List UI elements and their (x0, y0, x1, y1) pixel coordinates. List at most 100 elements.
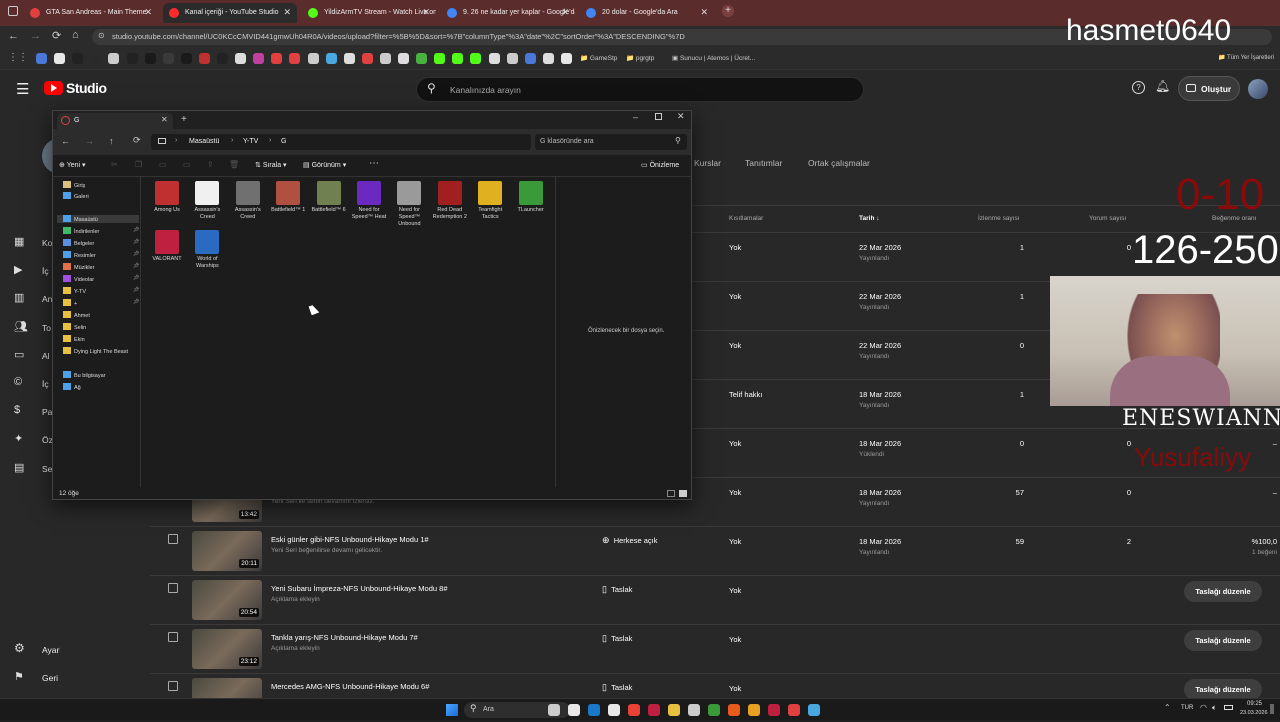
edit-draft-button[interactable]: Taslağı düzenle (1184, 630, 1262, 651)
minecraft-icon[interactable] (708, 704, 720, 716)
new-button[interactable]: ⊕ Yeni ▾ (59, 161, 86, 169)
nav-item[interactable]: Ağ (63, 383, 81, 391)
sidebar-item-label[interactable]: Al (42, 351, 50, 361)
new-tab-icon[interactable]: + (722, 5, 734, 17)
bookmark-favicon-icon[interactable] (524, 53, 536, 64)
forward-icon[interactable]: → (85, 136, 94, 146)
nav-item[interactable]: Belgeler (63, 239, 94, 247)
browser-tab[interactable]: YildizArmTV Stream - Watch Live on ✕ (302, 3, 436, 23)
nav-item[interactable]: Galeri (63, 192, 89, 200)
file-shortcut[interactable]: Need for Speed™ Heat (351, 181, 387, 221)
subtitles-icon[interactable]: ▭ (14, 348, 24, 361)
nav-item[interactable]: Selin (63, 323, 86, 331)
video-title[interactable]: Yeni Subaru İmpreza-NFS Unbound-Hikaye M… (271, 584, 447, 593)
preview-button[interactable]: ▭ Önizleme (641, 161, 679, 169)
browser-tab[interactable]: 20 dolar - Google'da Ara ✕ (580, 3, 714, 23)
share-icon[interactable]: ⇪ (207, 160, 214, 169)
breadcrumb-g[interactable]: G (281, 138, 286, 145)
bookmark-favicon-icon[interactable] (54, 53, 66, 64)
back-icon[interactable]: ← (8, 30, 19, 42)
close-tab-icon[interactable]: ✕ (144, 7, 152, 18)
bookmark-favicon-icon[interactable] (452, 53, 464, 64)
file-explorer-icon[interactable] (568, 704, 580, 716)
col-views[interactable]: İzlenme sayısı (978, 215, 1020, 222)
close-tab-icon[interactable]: ✕ (161, 115, 168, 124)
analytics-icon[interactable]: ▥ (14, 291, 24, 304)
tiles-view-icon[interactable] (679, 490, 687, 497)
cut-icon[interactable]: ✂ (111, 160, 118, 169)
all-bookmarks[interactable]: 📁 Tüm Yer İşaretleri (1218, 54, 1274, 61)
youtube-icon[interactable] (628, 704, 640, 716)
explorer-search-input[interactable]: G klasöründe ara ⚲ (535, 134, 687, 150)
row-checkbox[interactable] (168, 632, 178, 642)
customization-icon[interactable]: ✦ (14, 432, 23, 445)
nav-item[interactable]: + (63, 299, 77, 307)
explorer-tab[interactable]: G ✕ (57, 113, 173, 129)
bookmark-favicon-icon[interactable] (235, 53, 247, 64)
nav-item[interactable]: Giriş (63, 181, 85, 189)
sort-button[interactable]: ⇅ Sırala ▾ (255, 161, 287, 169)
nav-item[interactable]: Ekin (63, 335, 85, 343)
file-shortcut[interactable]: Teamfight Tactics (472, 181, 508, 221)
breadcrumb-ytv[interactable]: Y-TV (243, 138, 258, 145)
bookmark-favicon-icon[interactable] (361, 53, 373, 64)
sidebar-item-label[interactable]: Ko (42, 238, 52, 248)
bookmark-sunucu[interactable]: ▣ Sunucu | Atemos | Ücret... (672, 54, 755, 62)
browser-tab[interactable]: 9. 26 ne kadar yer kaplar - Google'da ✕ (441, 3, 575, 23)
bookmark-favicon-icon[interactable] (325, 53, 337, 64)
sidebar-item-label[interactable]: To (42, 323, 51, 333)
video-thumbnail[interactable]: 23:12 (192, 629, 262, 669)
sidebar-item-label[interactable]: İç (42, 379, 49, 389)
content-tab-collabs[interactable]: Ortak çalışmalar (808, 158, 870, 168)
file-shortcut[interactable]: VALORANT (149, 230, 185, 263)
apps-icon[interactable]: ⋮⋮ (8, 52, 28, 63)
help-icon[interactable]: ? (1132, 81, 1145, 94)
content-icon[interactable]: ▶ (14, 263, 22, 276)
table-row[interactable]: 20:54 Yeni Subaru İmpreza-NFS Unbound-Hik… (150, 575, 1280, 624)
bookmark-favicon-icon[interactable] (162, 53, 174, 64)
bookmark-favicon-icon[interactable] (72, 53, 84, 64)
maximize-icon[interactable] (655, 113, 662, 120)
row-checkbox[interactable] (168, 583, 178, 593)
bookmark-favicon-icon[interactable] (416, 53, 428, 64)
create-button[interactable]: Oluştur (1178, 76, 1240, 101)
close-tab-icon[interactable]: ✕ (561, 7, 569, 18)
new-tab-icon[interactable]: + (181, 114, 187, 125)
bookmark-favicon-icon[interactable] (271, 53, 283, 64)
audio-library-icon[interactable]: ▤ (14, 461, 24, 474)
bookmark-gamestp[interactable]: 📁 GameStp (580, 54, 617, 62)
browser-tab[interactable]: GTA San Andreas - Main Theme ✕ (24, 3, 158, 23)
nav-item[interactable]: Dying Light The Beast (63, 347, 128, 355)
notification-icon[interactable] (1270, 704, 1274, 714)
delete-icon[interactable]: 🗑︎ (229, 160, 239, 169)
bookmark-favicon-icon[interactable] (379, 53, 391, 64)
col-comments[interactable]: Yorum sayısı (1089, 215, 1126, 222)
menu-icon[interactable]: ☰ (16, 80, 29, 98)
clock-time[interactable]: 09:25 (1247, 701, 1262, 707)
col-restrictions[interactable]: Kısıtlamalar (729, 215, 763, 222)
file-shortcut[interactable]: Need for Speed™ Unbound (391, 181, 427, 228)
breadcrumb-masaustu[interactable]: Masaüstü (189, 138, 219, 145)
tab-menu-icon[interactable] (8, 6, 18, 16)
bookmark-favicon-icon[interactable] (144, 53, 156, 64)
earn-icon[interactable]: $ (14, 404, 20, 416)
bookmark-favicon-icon[interactable] (36, 53, 47, 64)
sidebar-item-label[interactable]: Pa (42, 407, 52, 417)
feedback-icon[interactable]: ⚑ (14, 670, 24, 683)
bookmark-favicon-icon[interactable] (180, 53, 192, 64)
paste-icon[interactable]: ▭ (159, 160, 167, 169)
valorant-icon[interactable] (648, 704, 660, 716)
video-thumbnail[interactable]: 20:54 (192, 580, 262, 620)
col-date[interactable]: Tarih ↓ (859, 215, 879, 222)
bookmark-favicon-icon[interactable] (398, 53, 409, 64)
language-indicator[interactable]: TUR (1181, 705, 1193, 711)
nav-item[interactable]: İndirilenler (63, 227, 99, 235)
bookmark-favicon-icon[interactable] (90, 53, 102, 64)
site-info-icon[interactable]: ⊙ (98, 31, 105, 40)
settings-icon[interactable]: ⚙ (14, 641, 25, 655)
nav-item[interactable]: Resimler (63, 251, 96, 259)
volume-icon[interactable]: 🔈︎ (1212, 703, 1217, 713)
bookmark-favicon-icon[interactable] (126, 53, 138, 64)
nav-item[interactable]: Ahmet (63, 311, 90, 319)
back-icon[interactable]: ← (61, 136, 70, 146)
